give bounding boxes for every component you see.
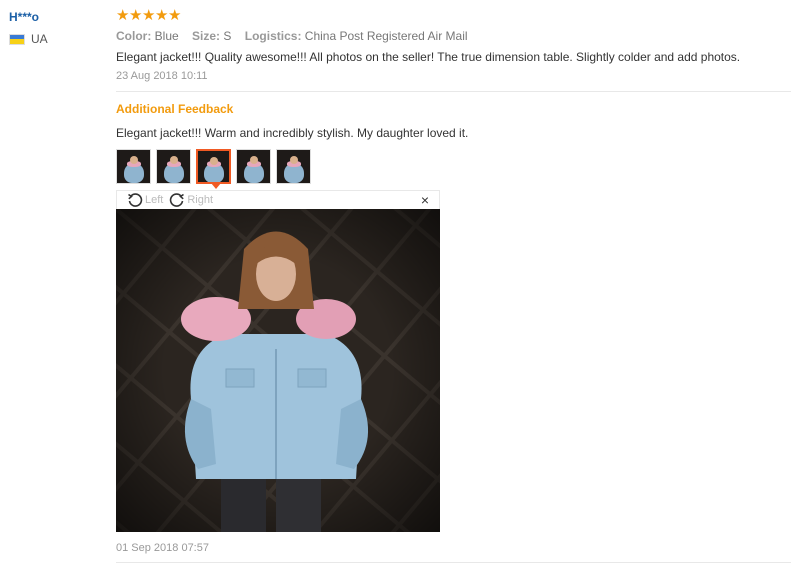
photo-thumbnail[interactable] xyxy=(156,149,191,184)
user-country: UA xyxy=(9,32,48,46)
size-label: Size: xyxy=(192,29,221,43)
active-thumb-caret xyxy=(211,183,221,189)
additional-feedback-title: Additional Feedback xyxy=(116,102,234,116)
star-icon: ★ xyxy=(129,7,143,24)
color-value: Blue xyxy=(154,29,179,43)
star-icon: ★ xyxy=(168,7,182,24)
review-photo xyxy=(116,209,440,532)
divider xyxy=(116,562,791,563)
logistics-label: Logistics: xyxy=(244,29,302,43)
photo-thumbnail[interactable] xyxy=(276,149,311,184)
color-label: Color: xyxy=(116,29,152,43)
user-name: H***o xyxy=(9,10,40,24)
rotate-right-icon xyxy=(170,193,185,207)
star-icon: ★ xyxy=(155,7,169,24)
divider xyxy=(116,91,791,92)
close-icon[interactable]: × xyxy=(421,192,429,208)
rotate-right-button[interactable]: Right xyxy=(169,192,213,208)
flag-ua-icon xyxy=(9,33,25,45)
rotate-left-label: Left xyxy=(145,194,164,206)
star-icon: ★ xyxy=(116,7,130,24)
order-attributes: Color: Blue Size: S Logistics: China Pos… xyxy=(116,29,478,43)
photo-thumbnail-active[interactable] xyxy=(196,149,231,184)
logistics-value: China Post Registered Air Mail xyxy=(304,29,468,43)
photo-viewer-toolbar: Left Right × xyxy=(116,190,440,209)
country-code: UA xyxy=(31,32,48,46)
size-value: S xyxy=(223,29,232,43)
star-rating: ★ ★ ★ ★ ★ xyxy=(116,8,181,24)
review-date: 23 Aug 2018 10:11 xyxy=(116,70,208,82)
rotate-right-label: Right xyxy=(187,194,214,206)
photo-thumbnails xyxy=(116,149,311,184)
star-icon: ★ xyxy=(142,7,156,24)
additional-feedback-date: 01 Sep 2018 07:57 xyxy=(116,542,209,554)
review-text: Elegant jacket!!! Quality awesome!!! All… xyxy=(116,50,741,64)
photo-thumbnail[interactable] xyxy=(236,149,271,184)
additional-feedback-text: Elegant jacket!!! Warm and incredibly st… xyxy=(116,126,469,140)
photo-thumbnail[interactable] xyxy=(116,149,151,184)
photo-illustration xyxy=(116,209,440,532)
rotate-left-icon xyxy=(128,193,143,207)
rotate-left-button[interactable]: Left xyxy=(127,192,163,208)
